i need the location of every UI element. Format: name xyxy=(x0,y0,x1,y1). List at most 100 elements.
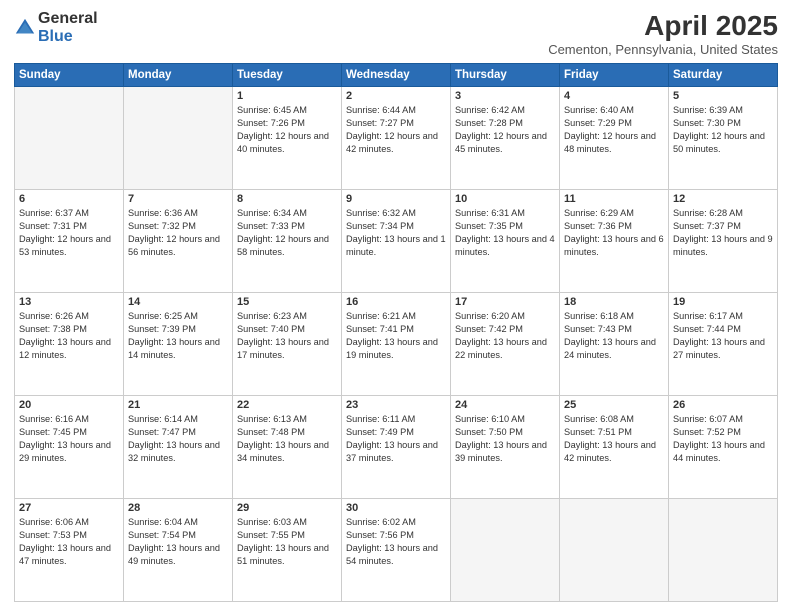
calendar-cell: 10 Sunrise: 6:31 AMSunset: 7:35 PMDayligh… xyxy=(451,190,560,293)
day-number: 10 xyxy=(455,193,555,205)
calendar-cell: 25 Sunrise: 6:08 AMSunset: 7:51 PMDayligh… xyxy=(560,396,669,499)
day-info: Sunrise: 6:07 AMSunset: 7:52 PMDaylight:… xyxy=(673,413,773,465)
calendar-cell: 17 Sunrise: 6:20 AMSunset: 7:42 PMDayligh… xyxy=(451,293,560,396)
calendar-cell: 3 Sunrise: 6:42 AMSunset: 7:28 PMDaylight… xyxy=(451,87,560,190)
day-number: 24 xyxy=(455,399,555,411)
calendar-week-2: 13 Sunrise: 6:26 AMSunset: 7:38 PMDayligh… xyxy=(15,293,778,396)
calendar-cell: 22 Sunrise: 6:13 AMSunset: 7:48 PMDayligh… xyxy=(233,396,342,499)
calendar-cell: 16Sunrise: 6:21 AMSunset: 7:41 PMDayligh… xyxy=(342,293,451,396)
day-number: 29 xyxy=(237,502,337,514)
day-info: Sunrise: 6:08 AMSunset: 7:51 PMDaylight:… xyxy=(564,413,664,465)
day-number: 17 xyxy=(455,296,555,308)
day-info: Sunrise: 6:11 AMSunset: 7:49 PMDaylight:… xyxy=(346,413,446,465)
logo-text: General Blue xyxy=(38,10,98,45)
day-info: Sunrise: 6:16 AMSunset: 7:45 PMDaylight:… xyxy=(19,413,119,465)
day-info: Sunrise: 6:02 AMSunset: 7:56 PMDaylight:… xyxy=(346,516,446,568)
calendar-cell: 4 Sunrise: 6:40 AMSunset: 7:29 PMDaylight… xyxy=(560,87,669,190)
day-info: Sunrise: 6:37 AMSunset: 7:31 PMDaylight:… xyxy=(19,207,119,259)
logo-blue-text: Blue xyxy=(38,28,98,46)
day-info: Sunrise: 6:25 AMSunset: 7:39 PMDaylight:… xyxy=(128,310,228,362)
day-info: Sunrise: 6:18 AMSunset: 7:43 PMDaylight:… xyxy=(564,310,664,362)
calendar-cell: 14Sunrise: 6:25 AMSunset: 7:39 PMDayligh… xyxy=(124,293,233,396)
calendar-header-row: SundayMondayTuesdayWednesdayThursdayFrid… xyxy=(15,64,778,87)
day-info: Sunrise: 6:26 AMSunset: 7:38 PMDaylight:… xyxy=(19,310,119,362)
calendar-cell: 6 Sunrise: 6:37 AMSunset: 7:31 PMDaylight… xyxy=(15,190,124,293)
day-info: Sunrise: 6:34 AMSunset: 7:33 PMDaylight:… xyxy=(237,207,337,259)
logo: General Blue xyxy=(14,10,98,45)
day-number: 25 xyxy=(564,399,664,411)
calendar-cell: 5Sunrise: 6:39 AMSunset: 7:30 PMDaylight… xyxy=(669,87,778,190)
day-number: 27 xyxy=(19,502,119,514)
day-info: Sunrise: 6:40 AMSunset: 7:29 PMDaylight:… xyxy=(564,104,664,156)
day-info: Sunrise: 6:03 AMSunset: 7:55 PMDaylight:… xyxy=(237,516,337,568)
day-number: 26 xyxy=(673,399,773,411)
day-info: Sunrise: 6:10 AMSunset: 7:50 PMDaylight:… xyxy=(455,413,555,465)
day-number: 30 xyxy=(346,502,446,514)
calendar-cell: 23 Sunrise: 6:11 AMSunset: 7:49 PMDayligh… xyxy=(342,396,451,499)
day-info: Sunrise: 6:14 AMSunset: 7:47 PMDaylight:… xyxy=(128,413,228,465)
day-number: 7 xyxy=(128,193,228,205)
calendar-dow-saturday: Saturday xyxy=(669,64,778,87)
calendar-week-1: 6 Sunrise: 6:37 AMSunset: 7:31 PMDaylight… xyxy=(15,190,778,293)
calendar-cell: 18Sunrise: 6:18 AMSunset: 7:43 PMDayligh… xyxy=(560,293,669,396)
calendar-cell xyxy=(560,499,669,602)
day-info: Sunrise: 6:32 AMSunset: 7:34 PMDaylight:… xyxy=(346,207,446,259)
day-number: 22 xyxy=(237,399,337,411)
day-number: 16 xyxy=(346,296,446,308)
calendar-cell: 11Sunrise: 6:29 AMSunset: 7:36 PMDayligh… xyxy=(560,190,669,293)
day-number: 1 xyxy=(237,90,337,102)
day-info: Sunrise: 6:44 AMSunset: 7:27 PMDaylight:… xyxy=(346,104,446,156)
day-number: 3 xyxy=(455,90,555,102)
calendar-cell: 20Sunrise: 6:16 AMSunset: 7:45 PMDayligh… xyxy=(15,396,124,499)
day-number: 28 xyxy=(128,502,228,514)
day-number: 2 xyxy=(346,90,446,102)
calendar-cell: 1 Sunrise: 6:45 AMSunset: 7:26 PMDaylight… xyxy=(233,87,342,190)
calendar-cell xyxy=(15,87,124,190)
calendar-cell: 26 Sunrise: 6:07 AMSunset: 7:52 PMDayligh… xyxy=(669,396,778,499)
calendar-cell: 8 Sunrise: 6:34 AMSunset: 7:33 PMDaylight… xyxy=(233,190,342,293)
day-info: Sunrise: 6:31 AMSunset: 7:35 PMDaylight:… xyxy=(455,207,555,259)
day-info: Sunrise: 6:20 AMSunset: 7:42 PMDaylight:… xyxy=(455,310,555,362)
day-number: 13 xyxy=(19,296,119,308)
day-info: Sunrise: 6:23 AMSunset: 7:40 PMDaylight:… xyxy=(237,310,337,362)
day-number: 12 xyxy=(673,193,773,205)
logo-general-text: General xyxy=(38,10,98,28)
calendar-cell: 15 Sunrise: 6:23 AMSunset: 7:40 PMDayligh… xyxy=(233,293,342,396)
calendar-dow-sunday: Sunday xyxy=(15,64,124,87)
calendar-cell xyxy=(451,499,560,602)
day-number: 15 xyxy=(237,296,337,308)
day-info: Sunrise: 6:28 AMSunset: 7:37 PMDaylight:… xyxy=(673,207,773,259)
day-info: Sunrise: 6:06 AMSunset: 7:53 PMDaylight:… xyxy=(19,516,119,568)
day-number: 19 xyxy=(673,296,773,308)
calendar-cell: 12 Sunrise: 6:28 AMSunset: 7:37 PMDayligh… xyxy=(669,190,778,293)
day-number: 23 xyxy=(346,399,446,411)
calendar-cell: 27 Sunrise: 6:06 AMSunset: 7:53 PMDayligh… xyxy=(15,499,124,602)
calendar-cell: 2 Sunrise: 6:44 AMSunset: 7:27 PMDaylight… xyxy=(342,87,451,190)
calendar-dow-friday: Friday xyxy=(560,64,669,87)
day-info: Sunrise: 6:17 AMSunset: 7:44 PMDaylight:… xyxy=(673,310,773,362)
day-info: Sunrise: 6:36 AMSunset: 7:32 PMDaylight:… xyxy=(128,207,228,259)
calendar-week-0: 1 Sunrise: 6:45 AMSunset: 7:26 PMDaylight… xyxy=(15,87,778,190)
calendar-cell xyxy=(669,499,778,602)
day-number: 21 xyxy=(128,399,228,411)
day-info: Sunrise: 6:45 AMSunset: 7:26 PMDaylight:… xyxy=(237,104,337,156)
day-info: Sunrise: 6:13 AMSunset: 7:48 PMDaylight:… xyxy=(237,413,337,465)
calendar-dow-tuesday: Tuesday xyxy=(233,64,342,87)
calendar-cell: 9Sunrise: 6:32 AMSunset: 7:34 PMDaylight… xyxy=(342,190,451,293)
calendar-cell xyxy=(124,87,233,190)
calendar-cell: 21 Sunrise: 6:14 AMSunset: 7:47 PMDayligh… xyxy=(124,396,233,499)
day-number: 8 xyxy=(237,193,337,205)
header: General Blue April 2025 Cementon, Pennsy… xyxy=(14,10,778,57)
calendar-week-4: 27 Sunrise: 6:06 AMSunset: 7:53 PMDayligh… xyxy=(15,499,778,602)
calendar-table: SundayMondayTuesdayWednesdayThursdayFrid… xyxy=(14,63,778,602)
day-number: 4 xyxy=(564,90,664,102)
page: General Blue April 2025 Cementon, Pennsy… xyxy=(0,0,792,612)
calendar-cell: 28Sunrise: 6:04 AMSunset: 7:54 PMDayligh… xyxy=(124,499,233,602)
day-info: Sunrise: 6:42 AMSunset: 7:28 PMDaylight:… xyxy=(455,104,555,156)
day-number: 11 xyxy=(564,193,664,205)
calendar-cell: 30 Sunrise: 6:02 AMSunset: 7:56 PMDayligh… xyxy=(342,499,451,602)
logo-icon xyxy=(14,17,36,39)
location: Cementon, Pennsylvania, United States xyxy=(548,42,778,57)
day-number: 6 xyxy=(19,193,119,205)
day-info: Sunrise: 6:39 AMSunset: 7:30 PMDaylight:… xyxy=(673,104,773,156)
